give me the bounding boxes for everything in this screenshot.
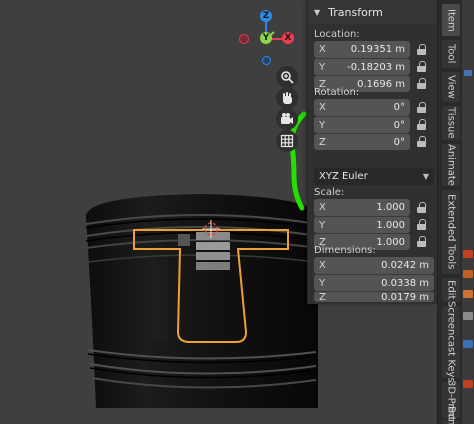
camera-icon[interactable] xyxy=(276,108,298,130)
rotation-mode-dropdown[interactable]: XYZ Euler ▼ xyxy=(314,168,434,185)
field-value: 1.000 xyxy=(376,202,405,213)
tab-item[interactable]: Item xyxy=(442,4,460,36)
field-value: 0.19351 m xyxy=(350,44,405,55)
dimensions-x-field[interactable]: X 0.0242 m xyxy=(314,257,434,274)
tab-screencast-keys[interactable]: Screencast Keys xyxy=(442,301,460,383)
gizmo-z-axis[interactable]: Z xyxy=(260,10,272,22)
dimensions-y-field[interactable]: Y 0.0338 m xyxy=(314,274,434,291)
tool-icon[interactable] xyxy=(463,290,473,298)
chevron-down-icon: ▼ xyxy=(314,7,321,17)
field-value: 0° xyxy=(393,102,405,113)
tab-tool[interactable]: Tool xyxy=(442,40,460,68)
lock-icon[interactable] xyxy=(417,202,427,213)
gizmo-x-axis[interactable]: X xyxy=(282,32,294,44)
axis-label: X xyxy=(319,202,326,213)
axis-label: X xyxy=(319,102,326,113)
field-value: -0.18203 m xyxy=(347,61,405,73)
rotation-y-field[interactable]: Y 0° xyxy=(314,116,410,133)
chevron-down-icon: ▼ xyxy=(422,172,429,181)
lock-icon[interactable] xyxy=(417,119,427,130)
axis-label: X xyxy=(319,260,326,271)
field-value: 0° xyxy=(393,119,405,131)
tab-bonec[interactable]: BoneC xyxy=(442,406,460,424)
rotation-label: Rotation: xyxy=(314,87,360,98)
tab-label: Tool xyxy=(445,44,457,64)
field-value: 0.0179 m xyxy=(381,291,429,303)
tool-icon[interactable] xyxy=(463,250,473,258)
lock-icon[interactable] xyxy=(417,219,427,230)
panel-title: Transform xyxy=(328,5,383,19)
axis-label: Y xyxy=(319,277,326,289)
axis-label: Z xyxy=(319,291,326,303)
active-tool-indicator[interactable] xyxy=(464,70,472,76)
dimensions-label: Dimensions: xyxy=(314,245,376,256)
tab-label: Edit xyxy=(445,280,457,300)
transform-panel-header[interactable]: ▼ Transform xyxy=(308,0,438,24)
field-value: 1.000 xyxy=(376,219,405,231)
lock-icon[interactable] xyxy=(417,44,427,55)
tab-label: Animate xyxy=(445,144,457,186)
gizmo-neg-x-axis[interactable] xyxy=(239,34,249,44)
axis-label: Y xyxy=(319,61,326,73)
tab-tissue[interactable]: Tissue xyxy=(442,106,460,140)
location-y-field[interactable]: Y -0.18203 m xyxy=(314,58,410,75)
tab-label: BoneC xyxy=(445,405,457,424)
tool-icon[interactable] xyxy=(463,270,473,278)
location-x-field[interactable]: X 0.19351 m xyxy=(314,41,410,58)
tab-view[interactable]: View xyxy=(442,72,460,102)
tab-label: Tissue xyxy=(445,107,457,139)
tab-label: Extended Tools xyxy=(445,194,457,270)
tab-label: View xyxy=(445,75,457,99)
grid-icon[interactable] xyxy=(276,130,298,152)
scale-x-field[interactable]: X 1.000 xyxy=(314,199,410,216)
axis-label: Y xyxy=(319,119,326,131)
tab-edit[interactable]: Edit xyxy=(442,278,460,302)
axis-label: Y xyxy=(319,219,326,231)
gizmo-neg-z-axis[interactable] xyxy=(262,56,271,65)
tab-label: Screencast Keys xyxy=(445,301,457,383)
location-label: Location: xyxy=(314,29,360,40)
tool-icon[interactable] xyxy=(463,340,473,348)
scale-y-field[interactable]: Y 1.000 xyxy=(314,216,410,233)
field-value: 0.0242 m xyxy=(381,260,429,271)
tool-icon[interactable] xyxy=(463,380,473,388)
tab-animate[interactable]: Animate xyxy=(442,144,460,186)
lock-icon[interactable] xyxy=(417,136,427,147)
tab-label: Item xyxy=(445,8,457,32)
field-value: 0° xyxy=(393,136,405,148)
dimensions-z-field[interactable]: Z 0.0179 m xyxy=(314,291,434,303)
gizmo-y-axis[interactable]: Y xyxy=(260,32,272,44)
annotation-stroke xyxy=(289,111,307,211)
blender-window: Z Y X ▼ Transform Location: X 0.19351 m Y… xyxy=(0,0,474,424)
tool-icon[interactable] xyxy=(463,312,473,320)
lock-icon[interactable] xyxy=(417,61,427,72)
axis-label: Z xyxy=(319,136,326,148)
tab-extended-tools[interactable]: Extended Tools xyxy=(442,190,460,274)
rotation-mode-value: XYZ Euler xyxy=(319,171,368,182)
rotation-x-field[interactable]: X 0° xyxy=(314,99,410,116)
tool-strip xyxy=(462,0,474,424)
transform-panel: ▼ Transform Location: X 0.19351 m Y -0.182… xyxy=(307,0,438,304)
field-value: 0.0338 m xyxy=(381,277,429,289)
lock-icon[interactable] xyxy=(417,236,427,247)
rotation-z-field[interactable]: Z 0° xyxy=(314,133,410,150)
zoom-icon[interactable] xyxy=(276,66,298,88)
scale-label: Scale: xyxy=(314,187,345,198)
hand-pan-icon[interactable] xyxy=(276,87,298,109)
lock-icon[interactable] xyxy=(417,102,427,113)
axis-label: X xyxy=(319,44,326,55)
navigation-gizmo[interactable]: Z Y X xyxy=(234,6,298,70)
lock-icon[interactable] xyxy=(417,78,427,89)
